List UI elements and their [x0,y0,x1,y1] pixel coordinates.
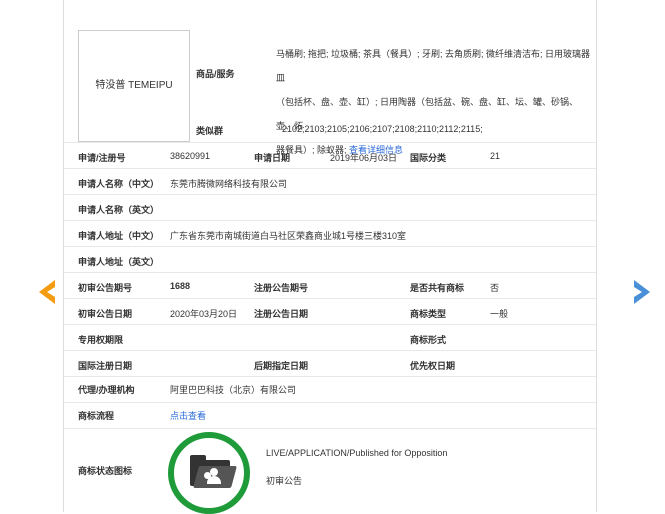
exclusive-row: 专用权期限 商标形式 [64,324,596,351]
publication-row-1: 初审公告期号 1688 注册公告期号 是否共有商标 否 [64,272,596,299]
reg-pub-number-label: 注册公告期号 [254,283,309,293]
trademark-logo: 特没普 TEMEIPU [78,30,190,142]
intl-dates-row: 国际注册日期 后期指定日期 优先权日期 [64,350,596,377]
goods-line-1: 马桶刷; 拖把; 垃圾桶; 茶具（餐具）; 牙刷; 去角质刷; 微纤维清洁布; … [276,49,591,83]
similar-group-label: 类似群 [196,126,224,136]
later-designation-date-label: 后期指定日期 [254,361,309,371]
exclusive-period-label: 专用权期限 [78,335,124,345]
prelim-pub-date-label: 初审公告日期 [78,309,133,319]
app-number-label: 申请/注册号 [78,153,126,163]
status-row: 商标状态图标 LIVE/APPLICATION/Published for Op… [64,428,596,512]
reg-pub-date-label: 注册公告日期 [254,309,309,319]
goods-section: 特没普 TEMEIPU 商品/服务 马桶刷; 拖把; 垃圾桶; 茶具（餐具）; … [64,0,596,155]
mark-form-label: 商标形式 [410,335,447,345]
mark-type-value: 一般 [490,309,509,319]
prelim-pub-number-value: 1688 [170,281,191,291]
priority-date-label: 优先权日期 [410,361,456,371]
applicant-en-label: 申请人名称（英文） [78,205,160,215]
status-en: LIVE/APPLICATION/Published for Oppositio… [266,448,448,458]
address-en-row: 申请人地址（英文） [64,246,596,273]
status-label: 商标状态图标 [78,466,133,476]
publication-row-2: 初审公告日期 2020年03月20日 注册公告日期 商标类型 一般 [64,298,596,325]
shared-mark-label: 是否共有商标 [410,283,465,293]
address-cn-value: 广东省东莞市南城街道白马社区荣鑫商业城1号楼三楼310室 [170,231,407,241]
address-en-label: 申请人地址（英文） [78,257,160,267]
app-number-value: 38620991 [170,151,211,161]
agent-row: 代理/办理机构 阿里巴巴科技（北京）有限公司 [64,376,596,403]
flow-label: 商标流程 [78,411,115,421]
trademark-card: 特没普 TEMEIPU 商品/服务 马桶刷; 拖把; 垃圾桶; 茶具（餐具）; … [63,0,597,514]
similar-group-value: 2102;2103;2105;2106;2107;2108;2110;2112;… [282,124,483,134]
intl-class-value: 21 [490,151,501,161]
prelim-pub-number-label: 初审公告期号 [78,283,133,293]
flow-row: 商标流程 点击查看 [64,402,596,429]
applicant-cn-label: 申请人名称（中文） [78,179,160,189]
shared-mark-value: 否 [490,283,500,293]
applicant-cn-value: 东莞市腾微网络科技有限公司 [170,179,288,189]
app-date-value: 2019年06月03日 [330,153,398,163]
prelim-pub-date-value: 2020年03月20日 [170,309,238,319]
address-cn-row: 申请人地址（中文） 广东省东莞市南城街道白马社区荣鑫商业城1号楼三楼310室 [64,220,596,247]
application-row: 申请/注册号 38620991 申请日期 2019年06月03日 国际分类 21 [64,142,596,169]
status-folder-icon [168,432,250,514]
page: 特没普 TEMEIPU 商品/服务 马桶刷; 拖把; 垃圾桶; 茶具（餐具）; … [0,0,665,514]
agent-label: 代理/办理机构 [78,385,135,395]
app-date-label: 申请日期 [254,153,291,163]
prev-arrow-icon[interactable] [35,278,57,306]
applicant-en-row: 申请人名称（英文） [64,194,596,221]
status-cn: 初审公告 [266,476,303,486]
intl-reg-date-label: 国际注册日期 [78,361,133,371]
next-arrow-icon[interactable] [632,278,654,306]
flow-link[interactable]: 点击查看 [170,409,206,422]
applicant-cn-row: 申请人名称（中文） 东莞市腾微网络科技有限公司 [64,168,596,195]
address-cn-label: 申请人地址（中文） [78,231,160,241]
logo-text: 特没普 TEMEIPU [95,80,173,91]
agent-value: 阿里巴巴科技（北京）有限公司 [170,385,297,395]
goods-label: 商品/服务 [196,69,235,79]
mark-type-label: 商标类型 [410,309,447,319]
intl-class-label: 国际分类 [410,153,447,163]
